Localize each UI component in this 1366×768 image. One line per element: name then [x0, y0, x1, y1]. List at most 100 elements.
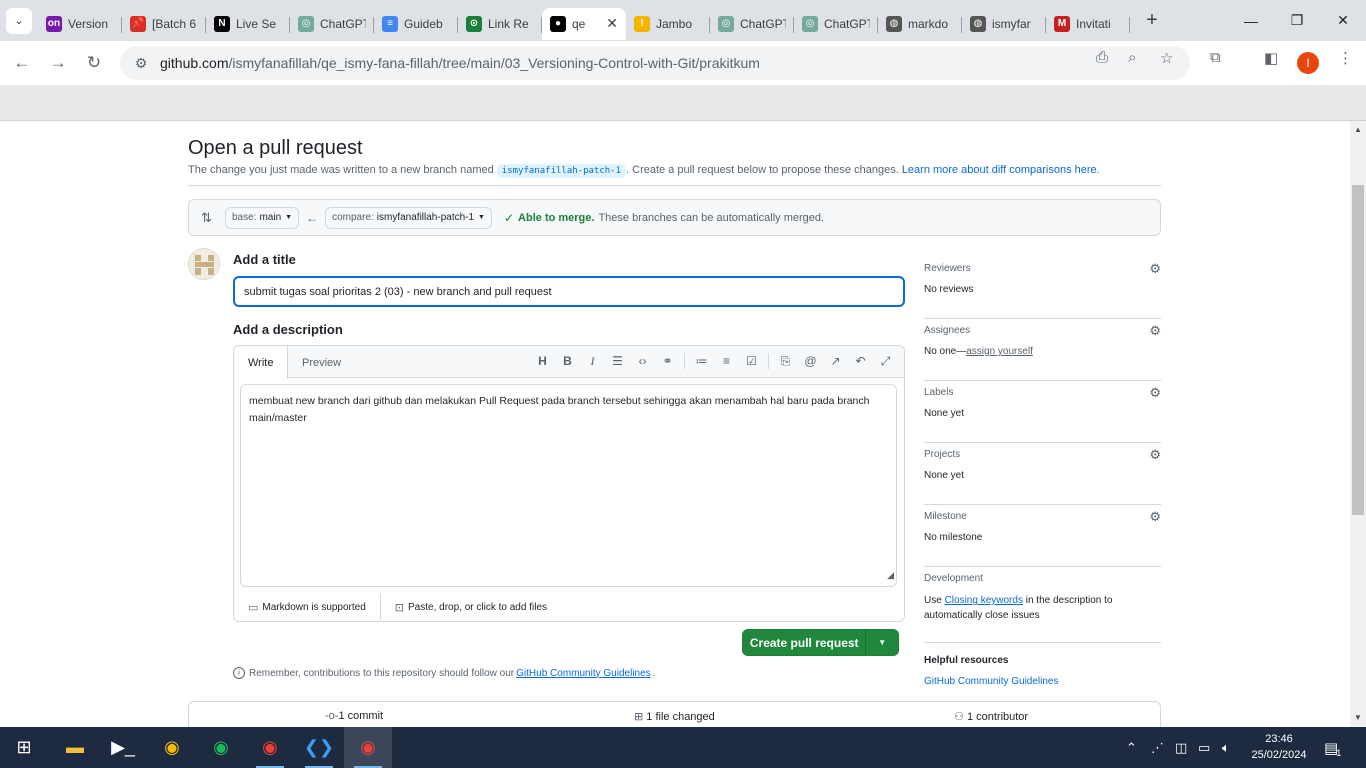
files-stat[interactable]: ⊞ 1 file changed [634, 710, 715, 723]
tab-preview[interactable]: Preview [288, 346, 355, 379]
browser-tab[interactable]: ● qe ✕ [542, 7, 626, 40]
caret-down-icon[interactable]: ▼ [866, 638, 898, 647]
assign-yourself-link[interactable]: assign yourself [966, 346, 1033, 357]
new-tab-button[interactable]: + [1140, 9, 1164, 32]
tab-write[interactable]: Write [234, 346, 289, 379]
browser-tab[interactable]: ◍ markdo [878, 8, 962, 40]
chrome-icon[interactable]: ◉ [148, 727, 196, 768]
file-explorer-icon[interactable]: ▬ [51, 727, 99, 768]
profile-avatar-button[interactable]: I [1297, 52, 1319, 74]
zoom-icon[interactable]: ⌕ [1128, 49, 1136, 66]
link-icon[interactable]: ⚭ [655, 354, 680, 368]
browser-tab[interactable]: 📌 [Batch 6 [122, 8, 206, 40]
browser-tab[interactable]: ! Jambo [626, 8, 710, 40]
description-textarea[interactable]: membuat new branch dari github dan melak… [240, 384, 897, 587]
site-info-icon[interactable]: ⚙ [128, 55, 154, 72]
gear-icon[interactable]: ⚙ [1149, 385, 1161, 401]
tab-title: ChatGPT [824, 16, 870, 31]
show-hidden-icons[interactable]: ⌃ [1126, 727, 1137, 768]
undo-icon[interactable]: ↶ [848, 354, 873, 368]
clock[interactable]: 23:46 25/02/2024 [1248, 731, 1310, 763]
spotify-icon[interactable]: ◉ [197, 727, 245, 768]
quote-icon[interactable]: ☰ [605, 354, 630, 368]
attach-icon[interactable]: ⎘ [773, 354, 798, 369]
user-avatar[interactable] [188, 248, 220, 280]
task-list-icon[interactable]: ☑ [739, 354, 764, 368]
tab-title: Version [68, 16, 109, 31]
extensions-icon[interactable]: ⧉ [1210, 49, 1221, 66]
close-tab-icon[interactable]: ✕ [606, 15, 618, 32]
scroll-down-icon[interactable]: ▼ [1350, 713, 1366, 722]
base-branch-select[interactable]: base: main ▼ [225, 206, 300, 229]
vscode-icon[interactable]: ❮❯ [295, 727, 343, 768]
tab-title: ismyfar [992, 16, 1031, 31]
attach-files-button[interactable]: ⊡ Paste, drop, or click to add files [395, 592, 547, 622]
chatgpt-icon: ◎ [718, 15, 734, 32]
gear-icon[interactable]: ⚙ [1149, 323, 1161, 339]
reload-button[interactable]: ↻ [76, 45, 112, 81]
community-guidelines-link[interactable]: GitHub Community Guidelines [516, 668, 651, 679]
italic-icon[interactable]: I [580, 354, 605, 369]
github-icon: ◍ [886, 15, 902, 32]
bookmark-star-icon[interactable]: ☆ [1160, 49, 1173, 67]
browser-tab[interactable]: ◎ ChatGPT [710, 8, 794, 40]
gear-icon[interactable]: ⚙ [1149, 447, 1161, 463]
scroll-up-icon[interactable]: ▲ [1350, 125, 1366, 134]
install-app-icon[interactable]: ⎙ [1096, 49, 1108, 66]
browser-tab[interactable]: M Invitati [1046, 8, 1130, 40]
tab-title: qe [572, 16, 586, 31]
network-icon[interactable]: ⋰ [1151, 727, 1164, 768]
browser-tab[interactable]: ⊙ Link Re [458, 8, 542, 40]
heading-icon[interactable]: H [530, 354, 555, 368]
commits-stat[interactable]: -o-1 commit [325, 710, 383, 722]
battery-icon[interactable]: ▭ [1198, 727, 1210, 768]
tab-search-button[interactable]: ⌄ [6, 7, 32, 34]
sidebar-guidelines-link[interactable]: GitHub Community Guidelines [924, 676, 1059, 687]
back-button[interactable]: ← [4, 45, 40, 81]
title-input[interactable] [233, 276, 905, 307]
compare-branch-select[interactable]: compare: ismyfanafillah-patch-1 ▼ [325, 206, 492, 229]
side-panel-icon[interactable]: ◧ [1264, 49, 1278, 67]
restore-button[interactable]: ❐ [1274, 0, 1320, 41]
minimize-button[interactable]: — [1228, 0, 1274, 41]
tab-title: Invitati [1076, 16, 1111, 31]
gear-icon[interactable]: ⚙ [1149, 509, 1161, 525]
browser-tab[interactable]: ◍ ismyfar [962, 8, 1046, 40]
resize-grip-icon[interactable]: ◢ [887, 567, 894, 584]
gear-icon[interactable]: ⚙ [1149, 261, 1161, 277]
closing-keywords-link[interactable]: Closing keywords [945, 595, 1023, 606]
markdown-supported-link[interactable]: ▭ Markdown is supported [234, 592, 366, 622]
page-viewport: Open a pull request The change you just … [0, 121, 1350, 727]
browser-tab[interactable]: N Live Se [206, 8, 290, 40]
tab-title: ChatGPT [740, 16, 786, 31]
notification-icon[interactable]: ▤ 1 [1324, 727, 1341, 768]
bold-icon[interactable]: B [555, 354, 580, 368]
menu-kebab-icon[interactable]: ⋮ [1338, 49, 1353, 67]
close-window-button[interactable]: ✕ [1320, 0, 1366, 41]
fullscreen-icon[interactable]: ⤢ [873, 354, 898, 369]
meet-icon[interactable]: ◫ [1175, 727, 1187, 768]
create-pull-request-button[interactable]: Create pull request ▼ [742, 629, 899, 656]
browser-tab[interactable]: ◎ ChatGPT [290, 8, 374, 40]
chrome-profile-icon[interactable]: ◉ [246, 727, 294, 768]
mention-icon[interactable]: @ [798, 354, 823, 368]
browser-tab[interactable]: ≡ Guideb [374, 8, 458, 40]
browser-tab[interactable]: ◎ ChatGPT [794, 8, 878, 40]
volume-icon[interactable]: 🔈︎ [1222, 727, 1230, 768]
forward-button[interactable]: → [40, 45, 76, 81]
start-button[interactable]: ⊞ [0, 727, 48, 768]
bulleted-list-icon[interactable]: ≡ [714, 354, 739, 368]
chrome-active-icon[interactable]: ◉ [344, 727, 392, 768]
code-icon[interactable]: ‹› [630, 354, 655, 368]
contributors-stat[interactable]: ⚇ 1 contributor [954, 710, 1028, 723]
terminal-icon[interactable]: ▶_ [99, 727, 147, 768]
address-bar[interactable]: ⚙ github.com/ismyfanafillah/qe_ismy-fana… [120, 46, 1190, 80]
windows-taskbar: ⊞ ▬ ▶_ ◉ ◉ ◉ ❮❯ ◉ ⌃ ⋰ ◫ ▭ 🔈︎ 23:46 25/02… [0, 727, 1366, 768]
numbered-list-icon[interactable]: ≔ [689, 354, 714, 368]
page-scrollbar[interactable]: ▲ ▼ [1350, 121, 1366, 727]
helpful-resources-section: Helpful resources GitHub Community Guide… [924, 655, 1059, 687]
scroll-thumb[interactable] [1352, 185, 1364, 515]
diff-comparisons-link[interactable]: Learn more about diff comparisons here. [902, 164, 1100, 176]
reference-icon[interactable]: ↗ [823, 354, 848, 368]
browser-tab[interactable]: on Version [38, 8, 122, 40]
